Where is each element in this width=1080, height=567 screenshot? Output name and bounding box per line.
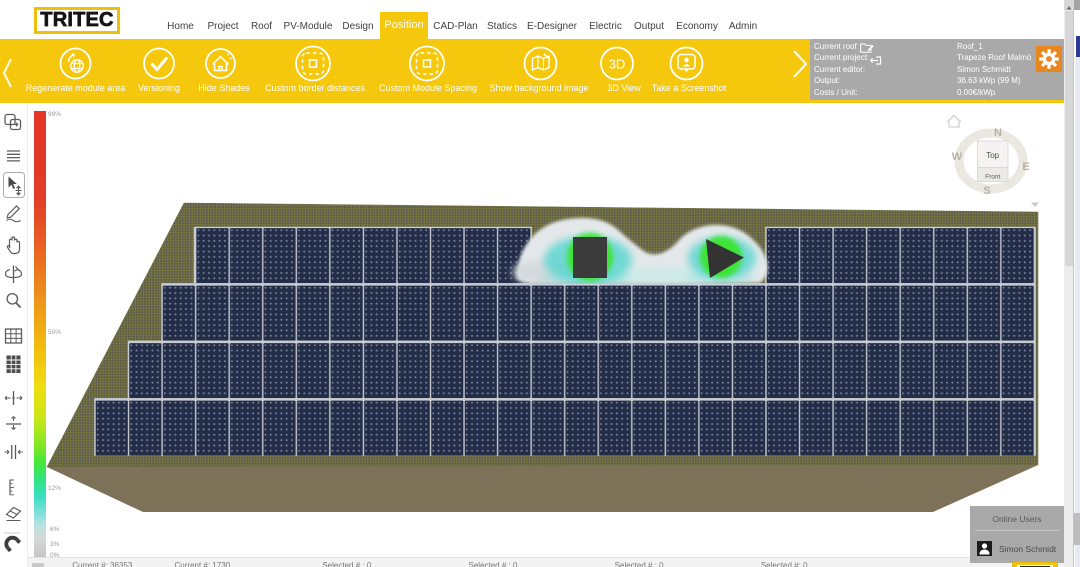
svg-text:N: N bbox=[994, 127, 1002, 139]
svg-text:3D View: 3D View bbox=[607, 83, 641, 93]
svg-text:Top: Top bbox=[986, 151, 999, 160]
svg-text:Hide Shades: Hide Shades bbox=[198, 83, 250, 93]
svg-text:Front: Front bbox=[985, 174, 1000, 181]
svg-text:Show background image: Show background image bbox=[489, 83, 588, 93]
svg-text:Custom Module Spacing: Custom Module Spacing bbox=[379, 83, 477, 93]
svg-text:Versioning: Versioning bbox=[138, 83, 180, 93]
svg-text:E: E bbox=[1022, 161, 1029, 173]
svg-text:W: W bbox=[952, 151, 963, 163]
svg-text:Regenerate module area: Regenerate module area bbox=[26, 83, 126, 93]
svg-text:3D: 3D bbox=[609, 57, 626, 72]
svg-text:Take a Screenshot: Take a Screenshot bbox=[652, 83, 727, 93]
svg-text:Custom border distances: Custom border distances bbox=[265, 83, 366, 93]
svg-text:S: S bbox=[983, 185, 990, 197]
